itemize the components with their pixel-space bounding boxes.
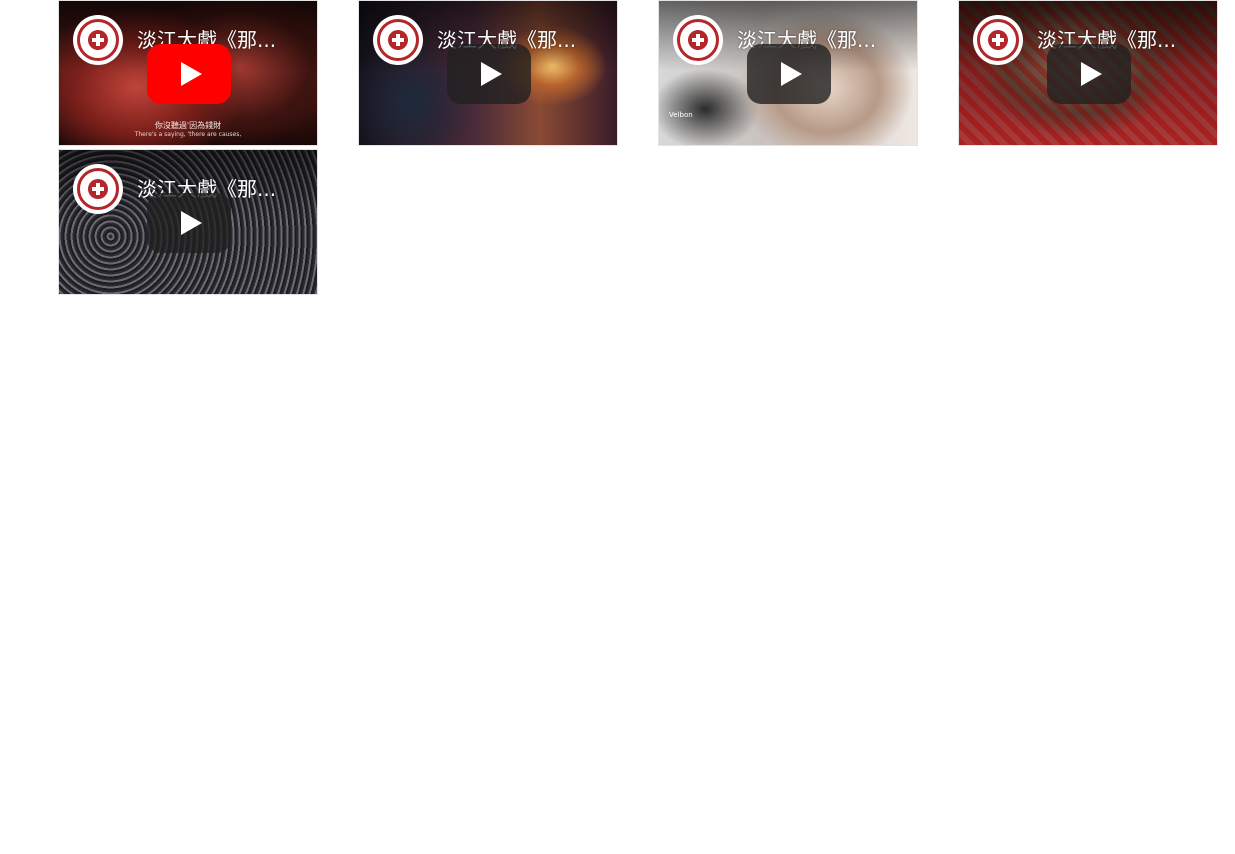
- play-icon: [1080, 62, 1102, 86]
- video-embed-4[interactable]: 淡江大戲《那...: [958, 0, 1218, 146]
- play-button[interactable]: [147, 193, 231, 253]
- play-icon: [480, 62, 502, 86]
- channel-logo-icon[interactable]: [973, 15, 1023, 65]
- play-icon: [780, 62, 802, 86]
- play-button[interactable]: [447, 44, 531, 104]
- video-embed-5[interactable]: 淡江大戲《那...: [58, 149, 318, 295]
- video-embed-grid: 淡江大戲《那... 你沒聽過'因為錢財 There's a saying, 't…: [0, 0, 1235, 300]
- play-button[interactable]: [1047, 44, 1131, 104]
- channel-logo-icon[interactable]: [73, 15, 123, 65]
- play-icon: [180, 62, 202, 86]
- video-subtitle: 你沒聽過'因為錢財 There's a saying, 'there are c…: [134, 121, 242, 138]
- channel-logo-icon[interactable]: [373, 15, 423, 65]
- video-embed-3[interactable]: 淡江大戲《那... Velbon: [658, 0, 918, 146]
- camera-brand-label: Velbon: [669, 111, 693, 119]
- play-button[interactable]: [147, 44, 231, 104]
- play-button[interactable]: [747, 44, 831, 104]
- channel-logo-icon[interactable]: [673, 15, 723, 65]
- video-embed-1[interactable]: 淡江大戲《那... 你沒聽過'因為錢財 There's a saying, 't…: [58, 0, 318, 146]
- channel-logo-icon[interactable]: [73, 164, 123, 214]
- play-icon: [180, 211, 202, 235]
- video-embed-2[interactable]: 淡江大戲《那...: [358, 0, 618, 146]
